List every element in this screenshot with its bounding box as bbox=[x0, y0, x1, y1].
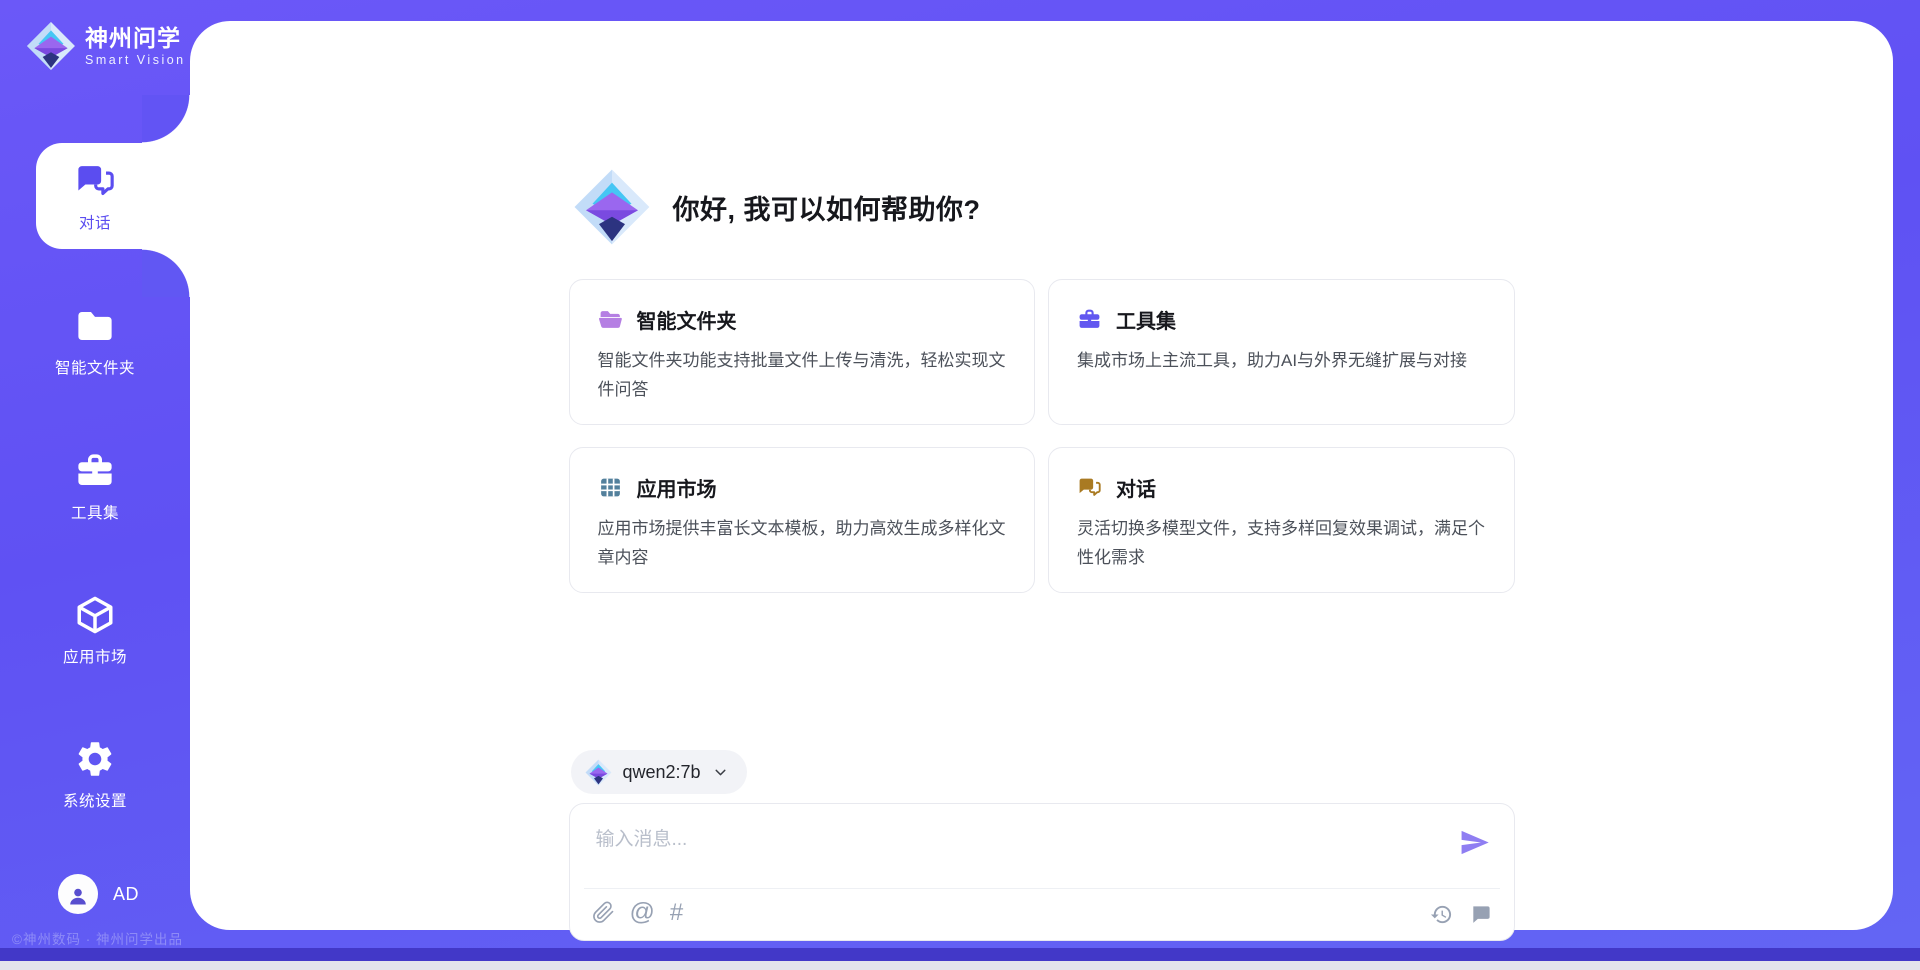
model-name: qwen2:7b bbox=[623, 762, 701, 783]
tab-curve-top bbox=[142, 95, 190, 143]
chevron-down-icon bbox=[712, 764, 729, 781]
footer-credit: ©神州数码 · 神州问学出品 bbox=[0, 928, 195, 948]
mention-button[interactable]: @ bbox=[630, 900, 655, 925]
toolbox-icon bbox=[1077, 307, 1102, 332]
chat-icon bbox=[74, 160, 116, 202]
gear-icon bbox=[74, 738, 116, 780]
sidebar-item-label: 系统设置 bbox=[63, 789, 127, 811]
chat-bubble-icon bbox=[1469, 903, 1492, 926]
composer-divider bbox=[584, 888, 1500, 889]
sidebar-item-label: 应用市场 bbox=[63, 645, 127, 667]
history-icon bbox=[1430, 903, 1453, 926]
sidebar: 神州问学 Smart Vision 对话 智能文件夹 工具集 应用市场 系统设置… bbox=[0, 0, 190, 948]
page-title: 你好, 我可以如何帮助你? bbox=[673, 188, 981, 227]
paperclip-icon bbox=[592, 901, 615, 924]
user-account[interactable]: AD bbox=[58, 874, 139, 914]
card-chat[interactable]: 对话 灵活切换多模型文件，支持多样回复效果调试，满足个性化需求 bbox=[1048, 447, 1515, 593]
card-description: 应用市场提供丰富长文本模板，助力高效生成多样化文章内容 bbox=[598, 514, 1007, 572]
feedback-button[interactable] bbox=[1469, 903, 1492, 926]
grid-icon bbox=[598, 475, 623, 500]
welcome-header: 你好, 我可以如何帮助你? bbox=[573, 168, 1515, 246]
folder-open-icon bbox=[598, 307, 623, 332]
person-icon bbox=[66, 884, 90, 908]
send-icon bbox=[1459, 827, 1490, 858]
main-panel: 你好, 我可以如何帮助你? 智能文件夹 智能文件夹功能支持批量文件上传与清洗，轻… bbox=[190, 21, 1893, 930]
model-selector-button[interactable]: qwen2:7b bbox=[571, 750, 747, 794]
message-input[interactable] bbox=[594, 822, 1874, 880]
content-column: 你好, 我可以如何帮助你? 智能文件夹 智能文件夹功能支持批量文件上传与清洗，轻… bbox=[569, 21, 1515, 941]
sidebar-item-app-market[interactable]: 应用市场 bbox=[0, 577, 190, 683]
message-composer: @ # bbox=[569, 803, 1515, 941]
brand-diamond-icon bbox=[26, 21, 76, 71]
card-app-market[interactable]: 应用市场 应用市场提供丰富长文本模板，助力高效生成多样化文章内容 bbox=[569, 447, 1036, 593]
brand-diamond-icon bbox=[573, 168, 651, 246]
sidebar-item-settings[interactable]: 系统设置 bbox=[0, 721, 190, 827]
history-button[interactable] bbox=[1430, 903, 1453, 926]
card-smart-folder[interactable]: 智能文件夹 智能文件夹功能支持批量文件上传与清洗，轻松实现文件问答 bbox=[569, 279, 1036, 425]
sidebar-item-label: 对话 bbox=[79, 211, 111, 233]
send-button[interactable] bbox=[1459, 827, 1490, 858]
attach-button[interactable] bbox=[592, 901, 615, 924]
sidebar-item-chat[interactable]: 对话 bbox=[0, 143, 190, 249]
bottom-strip-dark bbox=[0, 948, 1920, 961]
card-toolset[interactable]: 工具集 集成市场上主流工具，助力AI与外界无缝扩展与对接 bbox=[1048, 279, 1515, 425]
card-description: 集成市场上主流工具，助力AI与外界无缝扩展与对接 bbox=[1077, 346, 1486, 375]
avatar bbox=[58, 874, 98, 914]
card-title: 对话 bbox=[1116, 473, 1156, 502]
sidebar-item-label: 工具集 bbox=[71, 501, 119, 523]
sidebar-item-smart-folder[interactable]: 智能文件夹 bbox=[0, 288, 190, 394]
card-title: 工具集 bbox=[1116, 305, 1176, 334]
topic-button[interactable]: # bbox=[670, 901, 683, 925]
cube-icon bbox=[74, 594, 116, 636]
card-description: 智能文件夹功能支持批量文件上传与清洗，轻松实现文件问答 bbox=[598, 346, 1007, 404]
sidebar-item-label: 智能文件夹 bbox=[55, 356, 135, 378]
card-title: 智能文件夹 bbox=[637, 305, 737, 334]
composer-toolbar: @ # bbox=[592, 900, 684, 925]
bottom-strip-light bbox=[0, 961, 1920, 970]
model-logo-icon bbox=[585, 759, 612, 786]
sidebar-item-toolset[interactable]: 工具集 bbox=[0, 433, 190, 539]
card-title: 应用市场 bbox=[637, 473, 717, 502]
brand-subtitle: Smart Vision bbox=[85, 53, 186, 67]
toolbox-icon bbox=[74, 450, 116, 492]
user-initials: AD bbox=[113, 884, 139, 905]
folder-icon bbox=[74, 305, 116, 347]
card-description: 灵活切换多模型文件，支持多样回复效果调试，满足个性化需求 bbox=[1077, 514, 1486, 572]
feature-cards: 智能文件夹 智能文件夹功能支持批量文件上传与清洗，轻松实现文件问答 工具集 集成… bbox=[569, 279, 1515, 593]
composer-actions bbox=[1430, 903, 1492, 926]
brand: 神州问学 Smart Vision bbox=[26, 21, 186, 71]
chat-icon bbox=[1077, 475, 1102, 500]
brand-name: 神州问学 bbox=[85, 25, 186, 51]
